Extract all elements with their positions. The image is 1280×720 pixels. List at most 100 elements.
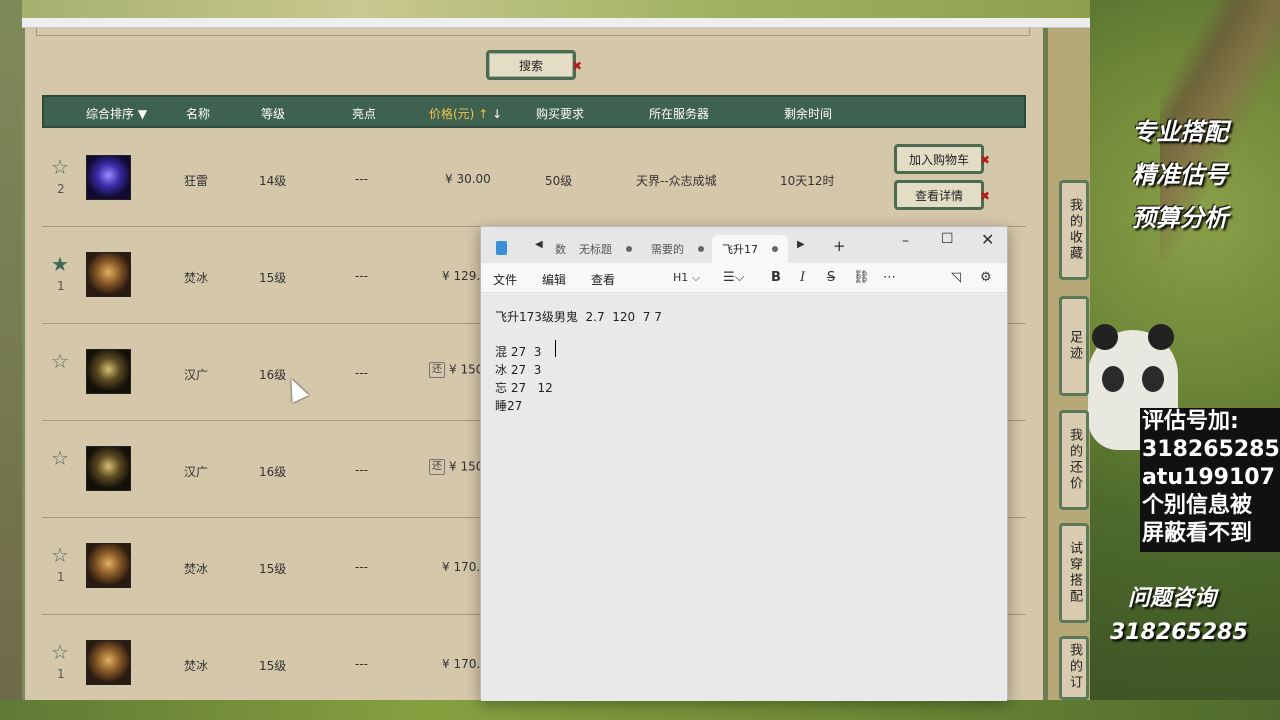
side-tab-footprints[interactable]: 足迹 [1059,296,1089,396]
settings-gear-icon[interactable]: ⚙ [980,270,992,285]
favorite-count: 1 [57,570,65,584]
side-tab-label: 我的还价 [1067,428,1082,492]
header-price[interactable]: 价格(元) ↑ ↓ [429,105,502,122]
side-tab-my-orders[interactable]: 我的订 [1059,636,1089,700]
italic-icon[interactable]: I [800,270,805,285]
favorite-star-icon[interactable]: ☆ [51,351,69,371]
tab-label: 需要的 [651,243,684,256]
strikethrough-icon[interactable]: S [827,270,835,285]
item-thumbnail[interactable] [86,543,131,588]
side-tab-my-bargains[interactable]: 我的还价 [1059,410,1089,510]
search-button[interactable]: 搜索 ✖ [486,50,582,80]
header-level[interactable]: 等级 [261,105,285,122]
side-tab-label: 我的收藏 [1067,198,1082,262]
item-time-left: 10天12时 [780,174,835,188]
item-highlight: --- [355,366,368,380]
item-name: 焚冰 [184,659,209,673]
sort-up-icon[interactable]: ↑ [478,107,488,121]
item-name: 狂雷 [184,174,209,188]
note-line-4: 冰 27 3 [495,363,542,377]
copilot-icon[interactable]: ◹ [951,270,961,285]
side-tab-label: 足迹 [1067,330,1082,362]
list-icon[interactable]: ☰⌵ [723,270,745,285]
promo-line-1: 专业搭配 [1132,118,1228,146]
item-name: 汉广 [184,368,209,382]
item-price: 还 ¥ 150 [429,362,483,378]
notepad-tab-2[interactable]: 需要的 [651,235,704,263]
header-time-left[interactable]: 剩余时间 [784,105,832,122]
header-server: 所在服务器 [649,107,710,121]
notepad-text-area[interactable]: 飞升173级男鬼 2.7 120 7 7 混 27 3 冰 27 3 忘 27 … [481,294,1007,701]
notepad-app-icon [496,241,507,255]
item-server: 天界--众志成城 [636,174,717,188]
sort-dropdown[interactable]: 综合排序 ▼ [86,105,147,122]
tassel-icon: ✖ [979,189,990,203]
maximize-icon[interactable]: ☐ [941,231,954,247]
header-highlight: 亮点 [352,107,377,121]
favorite-star-icon[interactable]: ☆ [51,157,69,177]
favorite-star-filled-icon[interactable]: ★ [51,254,69,274]
heading-label: H1 [673,271,689,284]
item-thumbnail[interactable] [86,640,131,685]
bargain-icon[interactable]: 还 [429,362,445,378]
item-level: 14级 [259,174,287,188]
item-thumbnail[interactable] [86,155,131,200]
notepad-titlebar: ◀ 数 无标题 需要的 飞升17 ▶ + – ☐ ✕ [481,227,1007,263]
item-highlight: --- [355,657,368,671]
tab-scroll-left-icon[interactable]: ◀ [535,239,543,250]
heading-dropdown[interactable]: H1 ⌵ [673,271,700,285]
item-thumbnail[interactable] [86,252,131,297]
item-highlight: --- [355,463,368,477]
item-name: 焚冰 [184,562,209,576]
search-button-label: 搜索 [518,58,543,73]
notepad-tab-0[interactable]: 数 [555,235,566,263]
notepad-tab-3-active[interactable]: 飞升17 [712,235,788,263]
notepad-tab-1[interactable]: 无标题 [579,235,632,263]
table-header: 综合排序 ▼ 名称 等级 亮点 价格(元) ↑ ↓ 购买要求 所在服务器 剩余时… [42,95,1026,128]
note-line-6: 睡27 [495,399,523,413]
favorite-star-icon[interactable]: ☆ [51,448,69,468]
menu-edit[interactable]: 编辑 [542,271,566,288]
header-name: 名称 [186,107,211,121]
item-price-value: ¥ 150 [449,459,484,474]
side-tab-try-on[interactable]: 试穿搭配 [1059,523,1089,623]
contact-line-4: 个别信息被 [1142,493,1253,518]
view-details-button[interactable]: 查看详情 ✖ [894,180,990,210]
tassel-icon: ✖ [571,59,582,73]
tab-scroll-right-icon[interactable]: ▶ [797,239,805,250]
item-thumbnail[interactable] [86,446,131,491]
note-line-1: 飞升173级男鬼 2.7 120 7 7 [495,310,662,324]
favorite-star-icon[interactable]: ☆ [51,545,69,565]
contact-line-1: 评估号加: [1142,409,1239,434]
sort-down-icon[interactable]: ↓ [492,107,502,121]
item-level: 15级 [259,562,287,576]
menu-file[interactable]: 文件 [493,271,517,288]
new-tab-icon[interactable]: + [833,237,846,255]
favorite-star-icon[interactable]: ☆ [51,642,69,662]
link-icon[interactable]: ⛓ [853,270,870,285]
unsaved-dot-icon [772,246,778,252]
bargain-icon[interactable]: 还 [429,459,445,475]
bold-icon[interactable]: B [771,270,781,285]
add-to-cart-button[interactable]: 加入购物车 ✖ [894,144,990,174]
more-icon[interactable]: ⋯ [883,270,896,285]
table-row[interactable]: ☆ 2 狂雷 14级 --- ¥ 30.00 50级 天界--众志成城 10天1… [42,130,1026,227]
minimize-icon[interactable]: – [902,233,909,249]
unsaved-dot-icon [698,246,704,252]
item-thumbnail[interactable] [86,349,131,394]
unsaved-dot-icon [626,246,632,252]
contact-info-box: 评估号加: 318265285 atu199107 个别信息被 屏蔽看不到 [1140,408,1280,552]
favorite-count: 1 [57,279,65,293]
item-name: 汉广 [184,465,209,479]
note-line-3: 混 27 3 [495,345,542,359]
side-tab-label: 试穿搭配 [1067,541,1082,605]
promo-line-3: 预算分析 [1132,204,1228,232]
item-requirement: 50级 [545,174,573,188]
side-tab-favorites[interactable]: 我的收藏 [1059,180,1089,280]
add-to-cart-label: 加入购物车 [908,152,969,167]
item-highlight: --- [355,172,368,186]
menu-view[interactable]: 查看 [591,271,615,288]
close-icon[interactable]: ✕ [981,230,994,249]
item-price: ¥ 30.00 [445,172,491,186]
header-requirement: 购买要求 [536,107,585,121]
